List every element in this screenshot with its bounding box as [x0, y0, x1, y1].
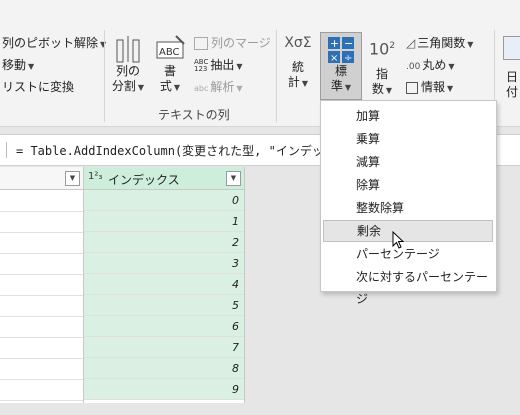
menu-item[interactable]: 次に対するパーセンテージ — [323, 266, 493, 306]
index-cell[interactable]: 2 — [84, 232, 244, 253]
power-icon: 102 — [368, 39, 396, 59]
group-separator — [276, 30, 277, 122]
table-row[interactable] — [0, 337, 83, 359]
standard-label-1: 標 — [334, 64, 347, 78]
rounding-button[interactable]: .00 丸め ▼ — [406, 58, 455, 74]
index-column-title: インデックス — [108, 173, 180, 187]
index-cell[interactable]: 7 — [84, 337, 244, 358]
whole-number-type-icon[interactable]: 1²₃ — [88, 171, 102, 182]
parse-button[interactable]: abc 解析 ▼ — [194, 80, 243, 96]
table-row[interactable] — [0, 232, 83, 254]
text-column-group-label: テキストの列 — [158, 108, 230, 122]
menu-item[interactable]: 整数除算 — [323, 197, 493, 219]
mouse-cursor-icon — [392, 231, 405, 249]
index-cell[interactable]: 6 — [84, 316, 244, 337]
index-cell[interactable]: 5 — [84, 295, 244, 316]
index-cell[interactable]: 4 — [84, 274, 244, 295]
extract-icon: ABC 123 — [194, 57, 209, 73]
split-column-label-2: 分割 — [111, 79, 136, 93]
date-label-1: 日 — [505, 70, 518, 84]
format-button[interactable]: ABC 書 式 ▼ — [150, 32, 190, 104]
formula-bar-divider — [6, 142, 7, 158]
table-row[interactable] — [0, 253, 83, 275]
scientific-label-1: 指 — [375, 67, 388, 82]
extract-button[interactable]: ABC 123 抽出 ▼ — [194, 58, 243, 74]
parse-icon: abc — [194, 84, 209, 93]
table-row[interactable] — [0, 274, 83, 296]
information-button[interactable]: 情報 ▼ — [406, 80, 453, 96]
format-icon: ABC — [156, 35, 185, 59]
menu-item[interactable]: 乗算 — [323, 128, 493, 150]
triangle-icon: ◿ — [406, 36, 416, 50]
svg-text:ABC: ABC — [159, 47, 180, 58]
calculator-icon: + − × ÷ — [328, 37, 354, 64]
index-cell[interactable]: 8 — [84, 358, 244, 379]
date-button[interactable]: 日 付 — [500, 32, 520, 104]
table-row[interactable] — [0, 358, 83, 380]
statistics-label-2: 計 — [287, 75, 300, 89]
split-column-button[interactable]: 列の 分割 ▼ — [108, 32, 148, 104]
column-filter-dropdown[interactable]: ▼ — [65, 171, 80, 186]
svg-text:÷: ÷ — [344, 53, 352, 64]
split-column-label-1: 列の — [115, 64, 140, 78]
index-cell[interactable]: 1 — [84, 211, 244, 232]
index-cell[interactable]: 9 — [84, 379, 244, 400]
table-row[interactable] — [0, 379, 83, 401]
standard-label-2: 準 — [330, 79, 343, 93]
menu-item[interactable]: 減算 — [323, 151, 493, 173]
standard-operations-menu: 加算 乗算 減算 除算 整数除算 剰余 パーセンテージ 次に対するパーセンテージ — [320, 100, 497, 306]
statistics-button[interactable]: XσΣ 統 計 ▼ — [280, 32, 316, 104]
format-label-2: 式 — [159, 79, 172, 93]
split-column-icon — [116, 36, 140, 63]
unpivot-columns-button[interactable]: 列のピボット解除▼ — [2, 36, 106, 52]
date-label-2: 付 — [505, 85, 518, 99]
format-label-1: 書 — [163, 64, 176, 78]
trigonometry-button[interactable]: ◿ 三角関数 ▼ — [406, 36, 473, 52]
index-column-filter-dropdown[interactable]: ▼ — [226, 171, 241, 186]
standard-button[interactable]: + − × ÷ 標 準 ▼ — [320, 32, 362, 100]
index-cell[interactable]: 3 — [84, 253, 244, 274]
scientific-button[interactable]: 102 指 数 ▼ — [364, 32, 400, 104]
menu-item[interactable]: パーセンテージ — [323, 243, 493, 265]
formula-input[interactable]: = Table.AddIndexColumn(変更された型, "インデック — [16, 142, 336, 159]
table-row[interactable] — [0, 211, 83, 233]
group-separator — [104, 30, 105, 122]
convert-to-list-button[interactable]: リストに変換 — [2, 80, 74, 94]
data-grid: ▼ 1²₃ インデックス ▼ 0123456789 — [0, 167, 245, 403]
svg-text:−: − — [344, 37, 353, 50]
statistics-label-1: 統 — [291, 60, 304, 74]
table-row[interactable] — [0, 316, 83, 338]
statistics-icon: XσΣ — [284, 35, 312, 51]
svg-text:+: + — [330, 37, 339, 50]
calendar-icon — [503, 36, 520, 60]
merge-columns-icon — [194, 37, 208, 50]
svg-text:×: × — [330, 53, 338, 64]
information-icon — [406, 81, 418, 94]
scientific-label-2: 数 — [371, 82, 384, 97]
table-row[interactable] — [0, 295, 83, 317]
menu-item[interactable]: 除算 — [323, 174, 493, 196]
menu-item[interactable]: 加算 — [323, 105, 493, 127]
merge-columns-button[interactable]: 列のマージ — [194, 36, 271, 50]
rounding-icon: .00 — [406, 62, 421, 72]
menu-item[interactable]: 剰余 — [323, 220, 493, 242]
move-button[interactable]: 移動 ▼ — [2, 58, 34, 74]
index-cell[interactable]: 0 — [84, 190, 244, 211]
table-row[interactable] — [0, 190, 83, 212]
